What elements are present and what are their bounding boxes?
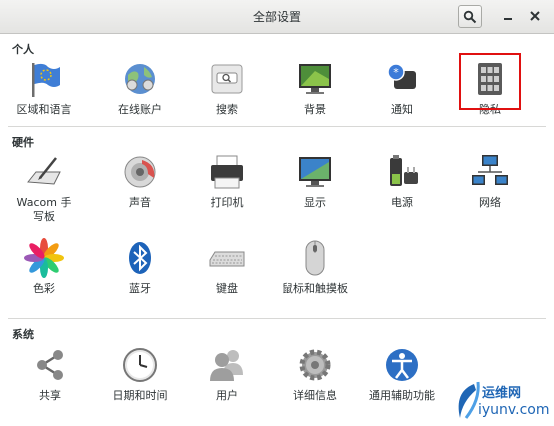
section-title-personal: 个人 [12, 43, 34, 56]
panel-label: 通知 [391, 103, 413, 116]
notification-icon: * [387, 63, 416, 89]
panel-bluetooth[interactable]: 蓝牙 [97, 238, 183, 296]
panel-color[interactable]: 色彩 [1, 238, 87, 296]
flag-icon [32, 63, 60, 97]
panel-label: Wacom 手写板 [16, 196, 72, 223]
panel-label: 网络 [479, 196, 501, 209]
panel-sound[interactable]: 声音 [97, 152, 183, 210]
panel-label: 区域和语言 [16, 103, 72, 116]
panel-label: 搜索 [216, 103, 238, 116]
panel-wacom[interactable]: Wacom 手写板 [1, 152, 87, 224]
section-title-system: 系统 [12, 328, 34, 341]
background-icon [299, 64, 331, 94]
panel-power[interactable]: 电源 [359, 152, 445, 210]
svg-text:*: * [393, 66, 399, 79]
panel-details[interactable]: 详细信息 [272, 345, 358, 403]
search-button[interactable] [458, 5, 482, 28]
panel-universal-access[interactable]: 通用辅助功能 [359, 345, 445, 403]
section-divider [8, 318, 546, 319]
mouse-icon [305, 240, 325, 276]
panel-users[interactable]: 用户 [184, 345, 270, 403]
watermark-text-cn: 运维网 [482, 386, 522, 401]
panel-label: 日期和时间 [112, 389, 168, 402]
panel-keyboard[interactable]: 键盘 [184, 238, 270, 296]
panel-display[interactable]: 显示 [272, 152, 358, 210]
online-accounts-icon [125, 64, 155, 94]
panel-background[interactable]: 背景 [272, 59, 358, 117]
search-panel-icon [211, 64, 243, 94]
accessibility-icon [386, 349, 418, 381]
panel-label: 鼠标和触摸板 [282, 282, 348, 295]
panel-region-language[interactable]: 区域和语言 [1, 59, 87, 117]
search-icon [463, 10, 477, 23]
highlight-box [459, 53, 521, 110]
section-title-hardware: 硬件 [12, 136, 34, 149]
panel-label: 在线账户 [118, 103, 162, 116]
minimize-icon [504, 18, 512, 20]
keyboard-icon [209, 251, 245, 267]
panel-online-accounts[interactable]: 在线账户 [97, 59, 183, 117]
panel-date-time[interactable]: 日期和时间 [97, 345, 183, 403]
bluetooth-icon [129, 242, 151, 274]
panel-label: 背景 [304, 103, 326, 116]
panel-label: 色彩 [33, 282, 55, 295]
gear-icon [299, 349, 331, 381]
panel-label: 打印机 [210, 196, 244, 209]
panel-printers[interactable]: 打印机 [184, 152, 270, 210]
watermark-text-url: iyunv.com [478, 402, 550, 418]
minimize-button[interactable] [499, 7, 517, 25]
panel-label: 声音 [129, 196, 151, 209]
panel-label: 用户 [216, 389, 238, 402]
power-icon [390, 155, 418, 186]
close-icon [530, 11, 540, 21]
section-divider [8, 126, 546, 127]
share-icon [37, 350, 63, 380]
panel-label: 详细信息 [293, 389, 337, 402]
panel-mouse[interactable]: 鼠标和触摸板 [272, 238, 358, 296]
color-icon [24, 238, 64, 278]
clock-icon [123, 348, 157, 382]
watermark-logo: 运维网 iyunv.com [452, 378, 552, 424]
close-button[interactable] [526, 7, 544, 25]
panel-label: 共享 [39, 389, 61, 402]
display-icon [299, 157, 331, 187]
panel-label: 键盘 [216, 282, 238, 295]
users-icon [210, 350, 243, 381]
header-bar: 全部设置 [0, 0, 554, 34]
network-icon [472, 155, 508, 185]
panel-label: 显示 [304, 196, 326, 209]
printer-icon [211, 155, 243, 189]
wacom-tablet-icon [27, 157, 61, 185]
panel-network[interactable]: 网络 [447, 152, 533, 210]
sound-icon [124, 156, 156, 188]
panel-sharing[interactable]: 共享 [7, 345, 93, 403]
panel-search[interactable]: 搜索 [184, 59, 270, 117]
panel-label: 电源 [391, 196, 413, 209]
panel-label: 通用辅助功能 [369, 389, 435, 402]
panel-notifications[interactable]: * 通知 [359, 59, 445, 117]
panel-label: 蓝牙 [129, 282, 151, 295]
